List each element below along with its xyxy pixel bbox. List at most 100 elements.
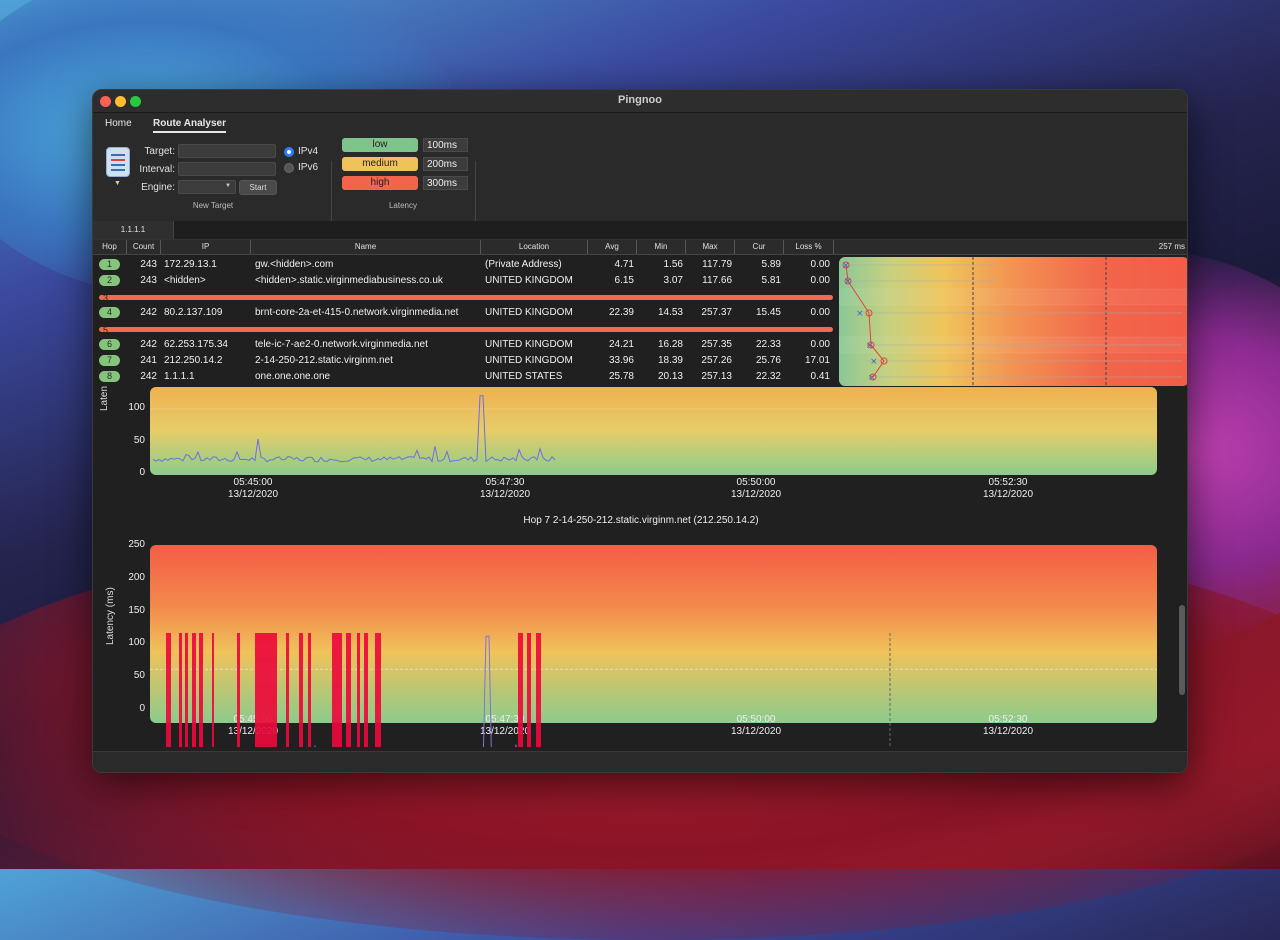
min-cell: 1.56	[663, 259, 683, 270]
chart2-xtick: 05:52:30 13/12/2020	[982, 714, 1034, 737]
max-cell: 257.35	[701, 339, 732, 350]
new-target-icon[interactable]	[106, 147, 130, 177]
hop-number: 3	[103, 293, 109, 303]
avg-cell: 33.96	[608, 355, 634, 366]
min-cell: 3.07	[663, 275, 683, 286]
min-cell: 16.28	[657, 339, 683, 350]
latency-high-pill[interactable]: high	[342, 176, 418, 190]
ipv6-radio[interactable]	[284, 163, 294, 173]
interval-input[interactable]	[178, 162, 276, 176]
col-count[interactable]: Count	[127, 240, 161, 254]
empty-hop-bar[interactable]: 5	[99, 326, 833, 335]
min-cell: 20.13	[657, 371, 683, 382]
name-cell: gw.<hidden>.com	[255, 259, 334, 270]
count-cell: 242	[140, 339, 157, 350]
latency-medium-pill[interactable]: medium	[342, 157, 418, 171]
name-cell: one.one.one.one	[255, 371, 331, 382]
latency-low-pill[interactable]: low	[342, 138, 418, 152]
start-button[interactable]: Start	[239, 180, 277, 195]
latency-low-value[interactable]: 100ms	[423, 138, 468, 152]
table-row[interactable]: 2 243 <hidden> <hidden>.static.virginmed…	[93, 273, 838, 289]
chart2-background	[150, 545, 1157, 723]
hop-badge: 8	[99, 371, 120, 382]
hop-badge: 7	[99, 355, 120, 366]
cur-cell: 22.32	[755, 371, 781, 382]
svg-text:×: ×	[870, 357, 878, 367]
empty-hop-bar[interactable]: 3	[99, 293, 833, 303]
count-cell: 241	[140, 355, 157, 366]
tab-route-analyser[interactable]: Route Analyser	[153, 118, 226, 133]
avg-cell: 24.21	[608, 339, 634, 350]
target-input[interactable]	[178, 144, 276, 158]
status-bar	[93, 751, 1187, 772]
name-cell: 2-14-250-212.static.virginm.net	[255, 355, 393, 366]
col-max[interactable]: Max	[686, 240, 735, 254]
avg-cell: 25.78	[608, 371, 634, 382]
count-cell: 242	[140, 371, 157, 382]
name-cell: <hidden>.static.virginmediabusiness.co.u…	[255, 275, 443, 286]
avg-cell: 22.39	[608, 307, 634, 318]
ip-cell: 172.29.13.1	[164, 259, 217, 270]
chart2-ytick: 150	[128, 604, 145, 616]
chart1-background	[150, 387, 1157, 475]
loss-cell: 17.01	[804, 355, 830, 366]
chart2-ytick: 50	[133, 670, 145, 682]
ip-cell: 62.253.175.34	[164, 339, 228, 350]
chart-area[interactable]: Laten 100 50 0 05:45:00 13/12/2020 05:47:3…	[93, 386, 1187, 747]
route-latency-graph[interactable]: × × × × × ×	[839, 257, 1187, 386]
table-row[interactable]: 7 241 212.250.14.2 2-14-250-212.static.v…	[93, 353, 838, 369]
ip-cell: <hidden>	[164, 275, 206, 286]
col-cur[interactable]: Cur	[735, 240, 784, 254]
tab-target-1-1-1-1[interactable]: 1.1.1.1	[93, 221, 174, 239]
chevron-down-icon[interactable]: ▼	[114, 180, 121, 187]
table-row[interactable]: 4 242 80.2.137.109 brnt-core-2a-et-415-0…	[93, 305, 838, 321]
col-loss[interactable]: Loss %	[784, 240, 834, 254]
name-cell: brnt-core-2a-et-415-0.network.virginmedi…	[255, 307, 459, 318]
table-row[interactable]: 1 243 172.29.13.1 gw.<hidden>.com (Priva…	[93, 257, 838, 273]
col-hop[interactable]: Hop	[93, 240, 127, 254]
hop-badge: 2	[99, 275, 120, 286]
count-cell: 242	[140, 307, 157, 318]
col-min[interactable]: Min	[637, 240, 686, 254]
col-location[interactable]: Location	[481, 240, 588, 254]
loss-cell: 0.00	[810, 259, 830, 270]
location-cell: (Private Address)	[485, 259, 562, 270]
table-row[interactable]: 8 242 1.1.1.1 one.one.one.one UNITED STA…	[93, 369, 838, 385]
vertical-scrollbar[interactable]	[1179, 390, 1185, 750]
col-name[interactable]: Name	[251, 240, 481, 254]
avg-cell: 4.71	[614, 259, 634, 270]
ipv4-radio[interactable]	[284, 147, 294, 157]
latency-high-value[interactable]: 300ms	[423, 176, 468, 190]
location-cell: UNITED KINGDOM	[485, 355, 573, 366]
engine-label: Engine:	[141, 182, 175, 193]
chart2-xtick: 05:50:00 13/12/2020	[730, 714, 782, 737]
col-ip[interactable]: IP	[161, 240, 251, 254]
col-avg[interactable]: Avg	[588, 240, 637, 254]
cur-cell: 5.89	[761, 259, 781, 270]
engine-select[interactable]: ▼	[178, 180, 236, 194]
count-cell: 243	[140, 259, 157, 270]
chart2-xtick: 05:47:30 13/12/2020	[479, 714, 531, 737]
svg-text:×: ×	[842, 261, 850, 271]
window-title: Pingnoo	[618, 94, 662, 106]
max-cell: 117.79	[702, 259, 732, 270]
location-cell: UNITED STATES	[485, 371, 563, 382]
latency-medium-value[interactable]: 200ms	[423, 157, 468, 171]
table-row[interactable]: 6 242 62.253.175.34 tele-ic-7-ae2-0.netw…	[93, 337, 838, 353]
avg-latency-line	[845, 264, 885, 378]
count-cell: 243	[140, 275, 157, 286]
hop-badge: 1	[99, 259, 120, 270]
tab-home[interactable]: Home	[105, 118, 132, 129]
chart2-title: Hop 7 2-14-250-212.static.virginm.net (2…	[523, 515, 759, 526]
chart1-xtick: 05:50:00 13/12/2020	[730, 477, 782, 500]
chart1-ytick: 0	[139, 467, 145, 478]
scroll-thumb[interactable]	[1179, 605, 1185, 695]
hop-badge: 4	[99, 307, 120, 318]
max-cell: 257.26	[701, 355, 732, 366]
chart2-ylabel: Latency (ms)	[105, 587, 116, 645]
max-cell: 257.37	[701, 307, 732, 318]
chart1-ytick: 50	[133, 435, 145, 446]
chevron-down-icon: ▼	[225, 183, 231, 189]
min-cell: 14.53	[657, 307, 683, 318]
target-label: Target:	[144, 146, 175, 157]
